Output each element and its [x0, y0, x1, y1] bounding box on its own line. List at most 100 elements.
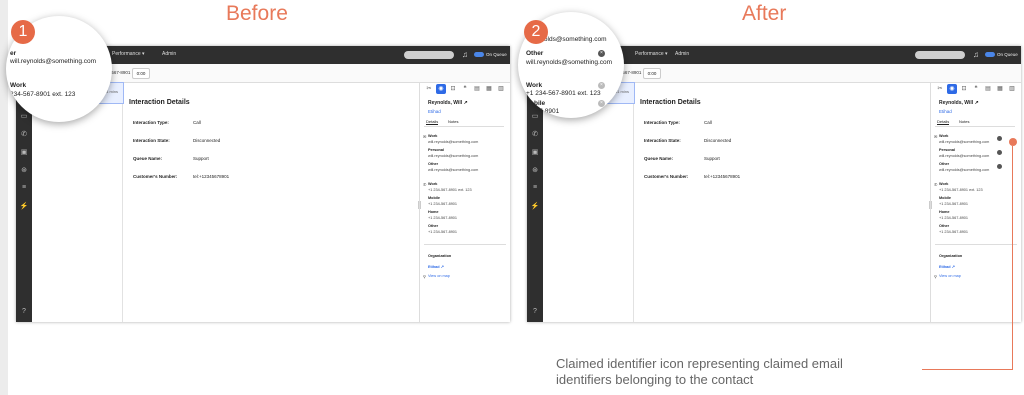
field-row: Customer's Number: tel:+12345678901	[133, 174, 230, 179]
search-input[interactable]	[404, 51, 454, 59]
phone-number[interactable]: +1 234-567-8901	[939, 216, 968, 220]
nav-performance[interactable]: Performance ▾	[635, 51, 668, 57]
contact-name[interactable]: Reynolds, Will ↗	[939, 100, 979, 106]
contact-org[interactable]: Etihad	[939, 109, 952, 114]
divider	[424, 244, 506, 245]
contact-org[interactable]: Etihad	[428, 109, 441, 114]
phone-number[interactable]: +1 234-567-8901	[939, 202, 968, 206]
phone-icon[interactable]: ✆	[19, 130, 29, 138]
settings-icon[interactable]: ⊛	[530, 166, 540, 174]
divider	[935, 244, 1017, 245]
queue-toggle[interactable]	[474, 52, 484, 57]
document-icon[interactable]: ▤	[472, 84, 482, 94]
quote-icon[interactable]: ❝	[460, 84, 470, 94]
calendar-alt-icon[interactable]: ▥	[496, 84, 506, 94]
contact-name[interactable]: Reynolds, Will ↗	[428, 100, 468, 106]
inbox-icon[interactable]: ▣	[19, 148, 29, 156]
activity-icon[interactable]: ⚡	[530, 202, 540, 210]
list-icon[interactable]: ≡	[19, 184, 29, 191]
queue-toggle[interactable]	[985, 52, 995, 57]
email-address[interactable]: will.reynolds@something.com	[428, 154, 478, 158]
tab-notes[interactable]: Notes	[448, 119, 458, 124]
video-icon[interactable]: ▭	[19, 112, 29, 120]
queue-label: On Queue	[997, 52, 1018, 57]
queue-label: On Queue	[486, 52, 507, 57]
calendar-icon[interactable]: ▦	[995, 84, 1005, 94]
phone-type: Home	[939, 210, 950, 214]
view-on-map-link[interactable]: View on map	[428, 274, 450, 278]
list-icon[interactable]: ≡	[530, 184, 540, 191]
email-address[interactable]: will.reynolds@something.com	[428, 140, 478, 144]
annotation-line	[922, 369, 1013, 370]
map-pin-icon: ⚲	[423, 274, 426, 279]
contact-icon[interactable]: ◉	[436, 84, 446, 94]
claimed-identifier-icon	[997, 136, 1002, 141]
phone-type: Mobile	[428, 196, 441, 200]
phone-number[interactable]: +1 234-567-8901 ext. 123	[428, 188, 472, 192]
tab-details[interactable]: Details	[937, 119, 950, 125]
organization-label: Organization	[939, 254, 963, 258]
call-timer: 0:00	[132, 68, 150, 79]
tab-notes[interactable]: Notes	[959, 119, 969, 124]
status-icon: ×	[598, 100, 605, 107]
claimed-identifier-icon: ×	[598, 50, 605, 57]
zoom-work-number: 234-567-8901 ext. 123	[10, 91, 76, 98]
email-type: Work	[428, 134, 438, 138]
interaction-details: Interaction Details Interaction Type: Cal…	[634, 82, 924, 322]
zoom-work-label: Work	[526, 82, 543, 89]
email-address[interactable]: will.reynolds@something.com	[428, 168, 478, 172]
document-icon[interactable]: ▤	[983, 84, 993, 94]
help-icon[interactable]: ?	[19, 308, 29, 315]
annotation-dot	[1009, 138, 1017, 146]
quote-icon[interactable]: ❝	[971, 84, 981, 94]
phone-type: Other	[939, 224, 950, 228]
phone-type: Other	[428, 224, 439, 228]
lock-icon[interactable]: ⊡	[448, 84, 458, 94]
bell-icon[interactable]: ♫	[973, 50, 979, 59]
view-on-map-link[interactable]: View on map	[939, 274, 961, 278]
phone-type: Work	[939, 182, 949, 186]
field-row: Interaction State: Disconnected	[133, 138, 221, 143]
email-address[interactable]: will.reynolds@something.com	[939, 168, 989, 172]
claimed-identifier-icon	[997, 150, 1002, 155]
calendar-alt-icon[interactable]: ▥	[1007, 84, 1017, 94]
scissors-icon[interactable]: ✂	[935, 84, 945, 94]
bell-icon[interactable]: ♫	[462, 50, 468, 59]
panel-toolbar: ✂ ◉ ⊡ ❝ ▤ ▦ ▥	[424, 84, 510, 96]
phone-number[interactable]: +1 234-567-8901	[939, 230, 968, 234]
interaction-list: 11 mins	[543, 82, 635, 322]
scissors-icon[interactable]: ✂	[424, 84, 434, 94]
phone-number[interactable]: +1 234-567-8901	[428, 202, 457, 206]
activity-icon[interactable]: ⚡	[19, 202, 29, 210]
search-input[interactable]	[915, 51, 965, 59]
calendar-icon[interactable]: ▦	[484, 84, 494, 94]
nav-admin[interactable]: Admin	[162, 51, 176, 57]
zoom-email: will.reynolds@something.com	[10, 58, 97, 65]
settings-icon[interactable]: ⊛	[19, 166, 29, 174]
phone-icon[interactable]: ✆	[530, 130, 540, 138]
organization-link[interactable]: Etihad ↗	[428, 264, 444, 269]
zoom-mobile-label: obile	[530, 100, 546, 107]
help-icon[interactable]: ?	[530, 308, 540, 315]
organization-label: Organization	[428, 254, 452, 258]
zoom-work-number: +1 234-567-8901 ext. 123	[526, 90, 601, 97]
before-heading: Before	[226, 2, 288, 25]
tab-details[interactable]: Details	[426, 119, 439, 125]
nav-admin[interactable]: Admin	[675, 51, 689, 57]
zoom-other-label: Other	[526, 50, 544, 57]
page-title: Interaction Details	[129, 99, 190, 106]
step-badge: 2	[524, 20, 548, 44]
email-address[interactable]: will.reynolds@something.com	[939, 154, 989, 158]
contact-tabs: Details Notes	[935, 118, 1015, 127]
inbox-icon[interactable]: ▣	[530, 148, 540, 156]
claimed-identifier-icon	[997, 164, 1002, 169]
phone-number[interactable]: +1 234-567-8901	[428, 216, 457, 220]
phone-number[interactable]: +1 234-567-8901	[428, 230, 457, 234]
nav-performance[interactable]: Performance ▾	[112, 51, 145, 57]
email-address[interactable]: will.reynolds@something.com	[939, 140, 989, 144]
organization-link[interactable]: Etihad ↗	[939, 264, 955, 269]
lock-icon[interactable]: ⊡	[959, 84, 969, 94]
contact-icon[interactable]: ◉	[947, 84, 957, 94]
field-row: Customer's Number: tel:+12345678901	[644, 174, 741, 179]
phone-number[interactable]: +1 234-567-8901 ext. 123	[939, 188, 983, 192]
